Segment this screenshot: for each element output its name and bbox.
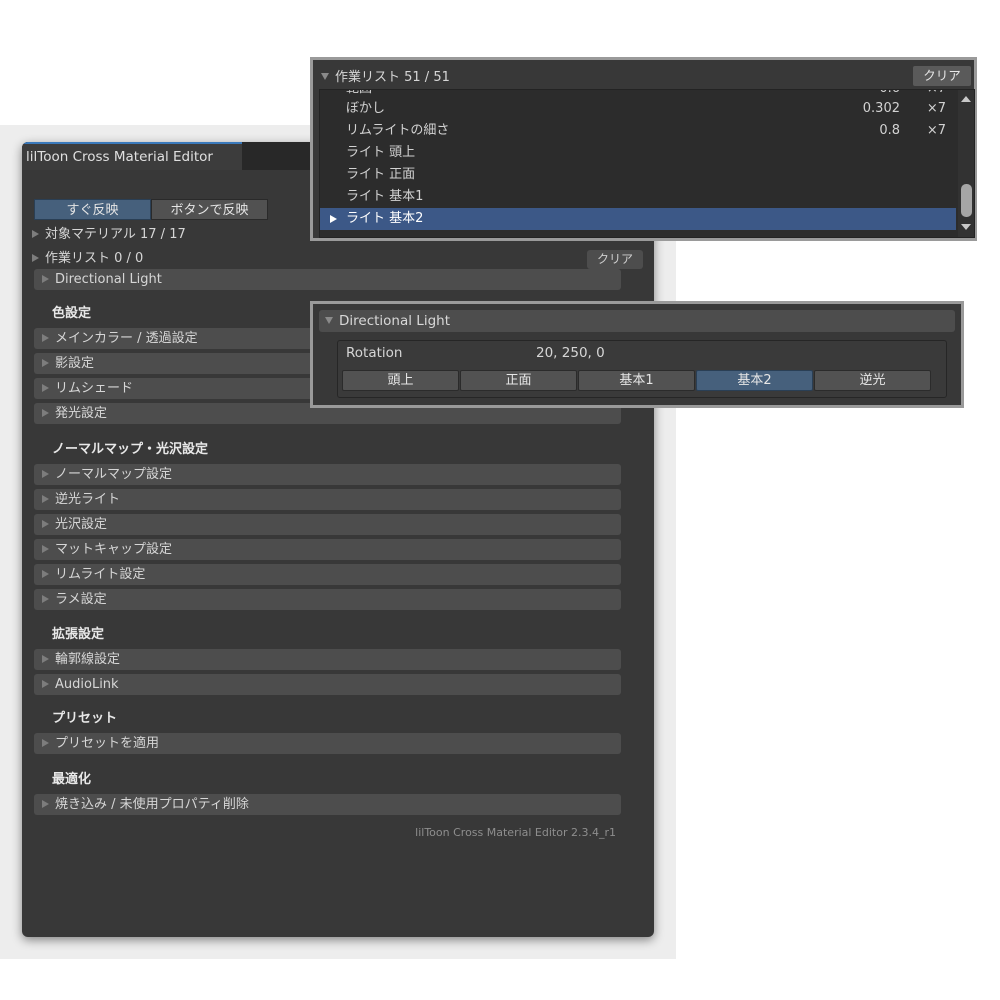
item-count: ×7	[926, 123, 946, 138]
foldout-label: プリセットを適用	[55, 736, 160, 751]
foldout-label: 影設定	[55, 356, 95, 371]
foldout-label: メインカラー / 透過設定	[55, 331, 198, 346]
expand-triangle-icon	[42, 495, 49, 503]
directional-light-foldout[interactable]: Directional Light	[34, 269, 621, 290]
foldout-reflection[interactable]: 光沢設定	[34, 514, 621, 535]
foldout-label: 光沢設定	[55, 517, 108, 532]
work-list-popup-title: 作業リスト 51 / 51	[335, 70, 450, 85]
expand-triangle-icon	[42, 384, 49, 392]
foldout-label: 発光設定	[55, 406, 108, 421]
expand-triangle-icon	[330, 215, 337, 223]
light-button-overhead[interactable]: 頭上	[342, 370, 459, 391]
mode-button-immediate[interactable]: すぐ反映	[34, 199, 151, 220]
directional-light-label: Directional Light	[55, 272, 162, 287]
section-title-optimize: 最適化	[52, 772, 92, 787]
work-list-clear-button[interactable]: クリア	[587, 250, 643, 269]
foldout-backlight[interactable]: 逆光ライト	[34, 489, 621, 510]
light-button-backlight[interactable]: 逆光	[814, 370, 931, 391]
list-item[interactable]: ぼかし 0.302 ×7	[320, 98, 956, 120]
foldout-normal-map[interactable]: ノーマルマップ設定	[34, 464, 621, 485]
expand-triangle-icon	[42, 334, 49, 342]
expand-triangle-icon	[42, 595, 49, 603]
directional-light-popup: Directional Light Rotation 20, 250, 0 頭上…	[310, 301, 964, 408]
target-materials-foldout[interactable]: 対象マテリアル 17 / 17	[32, 224, 186, 245]
foldout-audiolink[interactable]: AudioLink	[34, 674, 621, 695]
mode-toggle: すぐ反映 ボタンで反映	[34, 199, 268, 220]
expand-triangle-icon	[42, 680, 49, 688]
editor-window: lilToon Cross Material Editor すぐ反映 ボタンで反…	[22, 142, 654, 937]
foldout-outline[interactable]: 輪郭線設定	[34, 649, 621, 670]
expand-triangle-icon	[42, 800, 49, 808]
item-value: 0.8	[879, 123, 900, 138]
item-name: ライト 頭上	[346, 145, 416, 160]
work-list-popup: 作業リスト 51 / 51 クリア 範囲0.6×7 ぼかし0.302×7 リムラ…	[310, 57, 977, 241]
foldout-label: ラメ設定	[55, 592, 107, 607]
directional-light-popup-foldout[interactable]: Directional Light	[319, 310, 955, 332]
rotation-value[interactable]: 20, 250, 0	[536, 345, 605, 361]
scroll-up-icon[interactable]	[961, 96, 971, 102]
expand-triangle-icon	[42, 470, 49, 478]
expand-triangle-icon	[32, 254, 39, 262]
list-item[interactable]: ライト 正面	[320, 164, 956, 186]
item-count: ×7	[926, 101, 946, 116]
expand-triangle-icon	[42, 545, 49, 553]
light-button-basic2[interactable]: 基本2	[696, 370, 813, 391]
expand-triangle-icon	[42, 409, 49, 417]
section-title-normal: ノーマルマップ・光沢設定	[52, 442, 209, 457]
item-value: 0.302	[862, 101, 900, 116]
light-preset-buttons: 頭上 正面 基本1 基本2 逆光	[342, 370, 932, 391]
work-list[interactable]: 範囲0.6×7 ぼかし0.302×7 リムライトの細さ0.8×7 ライト 頭上 …	[319, 89, 975, 238]
collapse-triangle-icon	[321, 73, 329, 80]
foldout-label: 焼き込み / 未使用プロパティ削除	[55, 797, 249, 812]
expand-triangle-icon	[42, 275, 49, 283]
list-scrollbar[interactable]	[958, 90, 974, 237]
item-name: ライト 基本1	[346, 189, 424, 204]
foldout-label: マットキャップ設定	[55, 542, 173, 557]
foldout-label: AudioLink	[55, 677, 119, 692]
light-button-front[interactable]: 正面	[460, 370, 577, 391]
scrollbar-thumb[interactable]	[961, 184, 972, 217]
mode-button-manual[interactable]: ボタンで反映	[151, 199, 268, 220]
work-list-label: 作業リスト 0 / 0	[45, 251, 144, 266]
list-item-selected[interactable]: ライト 基本2	[320, 208, 956, 230]
directional-light-popup-title: Directional Light	[339, 313, 450, 329]
foldout-matcap[interactable]: マットキャップ設定	[34, 539, 621, 560]
expand-triangle-icon	[42, 570, 49, 578]
foldout-label: リムシェード	[55, 381, 134, 396]
collapse-triangle-icon	[325, 317, 333, 324]
foldout-bake[interactable]: 焼き込み / 未使用プロパティ削除	[34, 794, 621, 815]
rotation-box: Rotation 20, 250, 0 頭上 正面 基本1 基本2 逆光	[337, 340, 947, 398]
version-label: lilToon Cross Material Editor 2.3.4_r1	[415, 826, 616, 839]
item-name: ライト 正面	[346, 167, 416, 182]
foldout-label: ノーマルマップ設定	[55, 467, 173, 482]
expand-triangle-icon	[42, 520, 49, 528]
work-list-popup-clear-button[interactable]: クリア	[913, 66, 971, 86]
foldout-glitter[interactable]: ラメ設定	[34, 589, 621, 610]
expand-triangle-icon	[42, 655, 49, 663]
work-list-foldout[interactable]: 作業リスト 0 / 0	[32, 248, 143, 269]
foldout-label: 逆光ライト	[55, 492, 121, 507]
list-item[interactable]: ライト 基本1	[320, 186, 956, 208]
list-item[interactable]: リムライトの細さ 0.8 ×7	[320, 120, 956, 142]
item-name: ライト 基本2	[346, 211, 424, 226]
work-list-popup-header[interactable]: 作業リスト 51 / 51	[321, 66, 450, 85]
window-tab[interactable]: lilToon Cross Material Editor	[22, 142, 242, 170]
expand-triangle-icon	[42, 739, 49, 747]
scroll-down-icon[interactable]	[961, 224, 971, 230]
light-button-basic1[interactable]: 基本1	[578, 370, 695, 391]
list-item[interactable]: ライト 頭上	[320, 142, 956, 164]
section-title-color: 色設定	[52, 306, 92, 321]
section-title-preset: プリセット	[52, 711, 118, 726]
section-title-extension: 拡張設定	[52, 627, 105, 642]
foldout-label: リムライト設定	[55, 567, 146, 582]
item-name: ぼかし	[346, 101, 386, 116]
target-materials-label: 対象マテリアル 17 / 17	[45, 227, 186, 242]
foldout-label: 輪郭線設定	[55, 652, 121, 667]
item-name: リムライトの細さ	[346, 123, 450, 138]
foldout-rim-light[interactable]: リムライト設定	[34, 564, 621, 585]
expand-triangle-icon	[42, 359, 49, 367]
rotation-label: Rotation	[346, 345, 403, 361]
foldout-apply-preset[interactable]: プリセットを適用	[34, 733, 621, 754]
expand-triangle-icon	[32, 230, 39, 238]
